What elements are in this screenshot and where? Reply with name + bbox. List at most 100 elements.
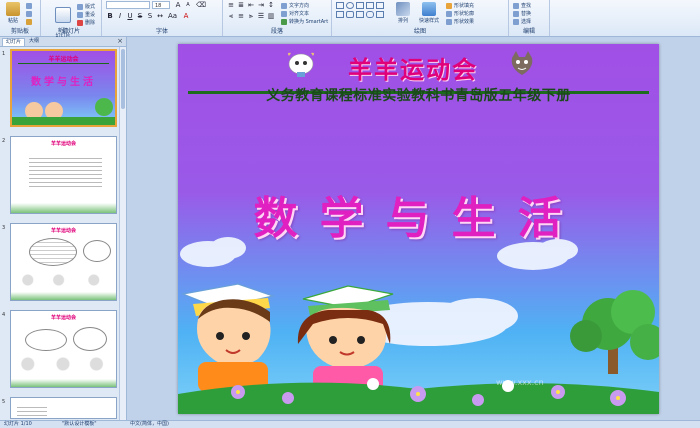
shape-more-icon[interactable] — [376, 11, 384, 18]
font-color-icon[interactable]: A — [182, 12, 190, 20]
numbering-icon[interactable]: ≣ — [237, 1, 245, 9]
italic-icon[interactable]: I — [116, 12, 124, 20]
underline-icon[interactable]: U — [126, 12, 134, 20]
paste-button[interactable]: 粘贴 — [2, 2, 24, 24]
thumb-speech-bubble — [83, 240, 111, 262]
fill-bucket-icon — [446, 2, 452, 9]
shadow-icon[interactable]: S — [146, 12, 154, 20]
boy-character — [180, 283, 276, 392]
drawing-group: 排列 快速样式 形状填充 形状轮廓 形状效果 绘图 — [332, 0, 509, 36]
decrease-indent-icon[interactable]: ⇤ — [247, 1, 255, 9]
thumb-flowers — [11, 379, 116, 387]
scissors-icon — [26, 3, 32, 9]
align-center-icon[interactable]: ≡ — [237, 12, 245, 20]
copy-button[interactable] — [26, 11, 34, 18]
align-text-button[interactable]: 对齐文本 — [281, 10, 309, 17]
slide-subtitle[interactable]: 义务教育课程标准实验教科书青岛版五年级下册 — [178, 85, 659, 105]
shape-brace-icon[interactable] — [356, 11, 364, 18]
quick-styles-icon — [422, 2, 436, 16]
cut-button[interactable] — [26, 3, 34, 10]
arrange-button[interactable]: 排列 — [392, 2, 414, 24]
thumb-speech-bubble — [29, 238, 77, 266]
thumb-title: 羊羊运动会 — [50, 228, 76, 234]
align-text-icon — [281, 10, 287, 17]
scrollbar-thumb[interactable] — [121, 49, 125, 109]
clipboard-group: 粘贴 剪贴板 — [0, 0, 41, 36]
slide-editor: 羊羊运动会 义务教育课程标准实验教科书青岛版五年级下册 数学与生活 www.xx… — [127, 37, 700, 420]
line-spacing-icon[interactable]: ↕ — [267, 1, 275, 9]
clear-format-icon[interactable]: ⌫ — [196, 1, 206, 9]
brush-icon — [26, 19, 32, 25]
shape-fill-button[interactable]: 形状填充 — [446, 2, 474, 9]
shape-callout-icon[interactable] — [346, 11, 354, 18]
justify-icon[interactable]: ☰ — [257, 12, 265, 20]
thumb-number: 2 — [2, 138, 6, 144]
replace-button[interactable]: 替换 — [513, 10, 531, 17]
thumb-characters — [19, 355, 107, 373]
font-group: 18 A A ⌫ B I U S S ↔ Aa A 字体 — [102, 0, 223, 36]
grow-font-icon[interactable]: A — [174, 1, 182, 9]
smartart-button[interactable]: 转换为 SmartArt — [281, 18, 328, 25]
thumb-text-block — [29, 155, 102, 189]
slide-thumbnail-3[interactable]: 羊羊运动会 — [10, 223, 117, 301]
slide-title[interactable]: 羊羊运动会 — [328, 50, 498, 85]
increase-indent-icon[interactable]: ⇥ — [257, 1, 265, 9]
slide-thumbnail-4[interactable]: 羊羊运动会 — [10, 310, 117, 388]
thumb-number: 1 — [2, 51, 6, 57]
panel-tabs: 幻灯片 大纲 × — [0, 37, 126, 47]
paste-icon — [6, 2, 20, 16]
slide-thumbnail-2[interactable]: 羊羊运动会 — [10, 136, 117, 214]
shape-line-icon[interactable] — [336, 11, 344, 18]
format-painter-button[interactable] — [26, 19, 34, 26]
reset-button[interactable]: 重设 — [77, 11, 95, 18]
shape-curve-icon[interactable] — [366, 11, 374, 18]
slide-canvas[interactable]: 羊羊运动会 义务教育课程标准实验教科书青岛版五年级下册 数学与生活 www.xx… — [178, 44, 659, 414]
shape-arrow-icon[interactable] — [366, 2, 374, 9]
bold-icon[interactable]: B — [106, 12, 114, 20]
editing-group-label: 编辑 — [522, 28, 535, 35]
panel-scrollbar[interactable] — [119, 47, 126, 420]
bullets-icon[interactable]: ≡ — [227, 1, 235, 9]
slide-thumbnail-1[interactable]: 羊羊运动会 数学与生活 — [10, 49, 117, 127]
thumb-number: 3 — [2, 225, 6, 231]
reset-icon — [77, 11, 83, 18]
girl-character — [297, 285, 394, 396]
change-case-icon[interactable]: Aa — [168, 12, 177, 20]
copy-icon — [26, 11, 32, 17]
thumb-number: 4 — [2, 312, 6, 318]
shape-oval-icon[interactable] — [346, 2, 354, 9]
wolf-mascot-icon — [511, 51, 533, 75]
select-button[interactable]: 选择 — [513, 18, 531, 25]
kids-reading-illustration — [178, 237, 659, 414]
shrink-font-icon[interactable]: A — [184, 1, 192, 9]
tab-slides[interactable]: 幻灯片 — [2, 38, 26, 46]
thumb-number: 5 — [2, 399, 6, 405]
strikethrough-icon[interactable]: S — [136, 12, 144, 20]
close-panel-icon[interactable]: × — [117, 37, 123, 45]
find-button[interactable]: 查找 — [513, 2, 531, 9]
shape-effects-button[interactable]: 形状效果 — [446, 18, 474, 25]
shape-star-icon[interactable] — [376, 2, 384, 9]
shape-rectangle-icon[interactable] — [336, 2, 344, 9]
thumb-flowers — [11, 203, 116, 213]
thumb-speech-bubble — [25, 329, 67, 351]
replace-icon — [513, 10, 519, 17]
slides-group: 新建 幻灯片 版式 重设 删除 幻灯片 — [41, 0, 102, 39]
slide-thumbnail-5[interactable] — [10, 397, 117, 419]
text-direction-button[interactable]: 文字方向 — [281, 2, 309, 9]
align-left-icon[interactable]: ⫷ — [227, 12, 235, 20]
slide-watermark: www.xxx.cn — [496, 378, 544, 387]
align-right-icon[interactable]: ⫸ — [247, 12, 255, 20]
font-name-combo[interactable] — [106, 1, 150, 9]
font-size-combo[interactable]: 18 — [152, 1, 170, 9]
tab-outline[interactable]: 大纲 — [26, 38, 42, 45]
binoculars-icon — [513, 2, 519, 9]
shape-triangle-icon[interactable] — [356, 2, 364, 9]
thumb-characters — [19, 272, 107, 288]
quick-styles-button[interactable]: 快速样式 — [416, 2, 442, 24]
columns-icon[interactable]: ▥ — [267, 12, 275, 20]
delete-button[interactable]: 删除 — [77, 19, 95, 26]
shape-outline-button[interactable]: 形状轮廓 — [446, 10, 474, 17]
spacing-icon[interactable]: ↔ — [156, 12, 164, 20]
layout-button[interactable]: 版式 — [77, 3, 95, 10]
